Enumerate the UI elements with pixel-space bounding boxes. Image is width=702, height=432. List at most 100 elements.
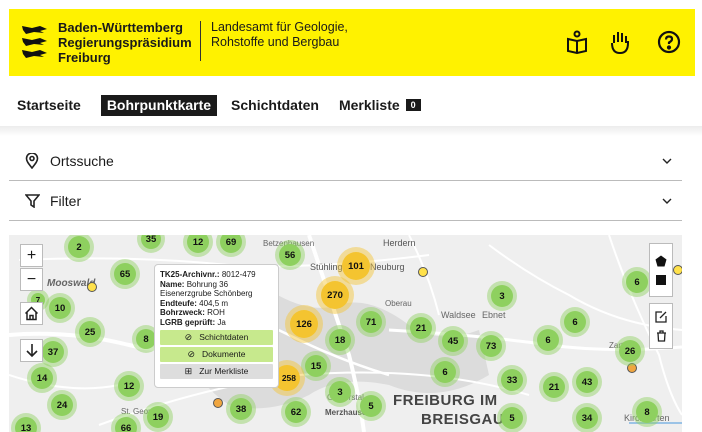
cluster-marker[interactable]: 6	[434, 361, 456, 383]
nav-schichtdaten[interactable]: Schichtdaten	[231, 95, 325, 116]
nav-merkliste[interactable]: Merkliste 0	[339, 95, 427, 116]
borehole-map[interactable]: Mooswald Herdern Neuburg Stühlinger Ober…	[9, 235, 682, 432]
cluster-marker[interactable]: 18	[329, 329, 351, 351]
cluster-marker[interactable]: 8	[136, 329, 156, 349]
cluster-marker[interactable]: 12	[118, 375, 140, 397]
sign-language-icon[interactable]	[606, 28, 634, 56]
filter-icon	[14, 193, 50, 208]
cluster-marker[interactable]: 6	[564, 311, 586, 333]
bookmark-icon: ⊞	[184, 365, 193, 376]
cluster-marker[interactable]: 43	[576, 371, 598, 393]
org-line-1: Baden-Württemberg	[58, 20, 183, 35]
cluster-marker[interactable]: 34	[576, 407, 598, 429]
cluster-marker[interactable]: 45	[442, 330, 464, 352]
polygon-draw-icon[interactable]	[655, 255, 667, 267]
site-header: Baden-Württemberg Regierungspräsidium Fr…	[9, 9, 695, 76]
home-icon	[24, 306, 39, 321]
header-divider	[200, 21, 201, 61]
cluster-marker[interactable]: 13	[15, 417, 37, 432]
arrow-down-icon	[25, 344, 38, 358]
org-line-3: Freiburg	[58, 50, 111, 65]
filter-panel[interactable]: Filter	[9, 181, 682, 221]
lgrb-name[interactable]: Landesamt für Geologie, Rohstoffe und Be…	[211, 20, 348, 50]
cluster-marker[interactable]: 2	[68, 236, 90, 258]
borehole-popup: TK25-Archivnr.: 8012-479 Name: Bohrung 3…	[154, 264, 279, 388]
coat-of-arms-logo[interactable]	[20, 24, 50, 60]
cluster-marker-large[interactable]: 126	[290, 310, 318, 338]
popup-name-line2: Eisenerzgrube Schönberg	[160, 289, 253, 298]
cluster-marker[interactable]: 65	[114, 263, 136, 285]
cluster-marker[interactable]: 6	[537, 329, 559, 351]
easy-language-icon[interactable]	[563, 28, 591, 56]
cluster-marker[interactable]: 5	[360, 395, 382, 417]
edit-icon[interactable]	[655, 310, 667, 323]
organization-name[interactable]: Baden-Württemberg Regierungspräsidium Fr…	[58, 20, 192, 65]
add-to-merkliste-button[interactable]: ⊞ Zur Merkliste	[160, 364, 273, 379]
ortssuche-label: Ortssuche	[50, 152, 114, 169]
cluster-marker[interactable]: 73	[480, 335, 502, 357]
lgrb-line-2: Rohstoffe und Bergbau	[211, 35, 340, 49]
cluster-marker[interactable]: 8	[636, 401, 658, 423]
location-pin-icon	[14, 152, 50, 169]
popup-endteufe: Endteufe: 404,5 m	[160, 298, 229, 308]
cluster-marker[interactable]: 19	[147, 406, 169, 428]
help-icon[interactable]	[655, 28, 683, 56]
cluster-marker[interactable]: 37	[42, 341, 64, 363]
section-shadow	[0, 126, 702, 136]
place-label: Waldsee	[441, 310, 476, 320]
chevron-down-icon[interactable]	[652, 158, 682, 164]
cluster-marker[interactable]: 33	[501, 369, 523, 391]
chevron-down-icon[interactable]	[652, 198, 682, 204]
cluster-marker[interactable]: 14	[31, 367, 53, 389]
cluster-marker[interactable]: 6	[626, 271, 648, 293]
popup-lgrb-geprueft: LGRB geprüft: Ja	[160, 317, 226, 327]
borehole-point[interactable]	[627, 363, 637, 373]
rectangle-draw-icon[interactable]	[656, 275, 666, 285]
check-circle-icon: ⊘	[184, 331, 193, 342]
zoom-in-button[interactable]: +	[20, 244, 43, 267]
check-circle-icon: ⊘	[187, 348, 196, 359]
cluster-marker[interactable]: 24	[51, 394, 73, 416]
city-label: BREISGAU	[421, 411, 505, 428]
cluster-marker[interactable]: 3	[491, 285, 513, 307]
cluster-marker[interactable]: 56	[279, 244, 301, 266]
cluster-marker[interactable]: 5	[501, 407, 523, 429]
city-label: FREIBURG IM	[393, 392, 498, 409]
cluster-marker[interactable]: 21	[410, 317, 432, 339]
arrow-down-button[interactable]	[20, 339, 43, 362]
cluster-marker[interactable]: 38	[230, 398, 252, 420]
home-button[interactable]	[20, 302, 43, 325]
nav-startseite[interactable]: Startseite	[17, 95, 87, 116]
cluster-marker[interactable]: 15	[305, 355, 327, 377]
cluster-marker-large[interactable]: 270	[321, 281, 349, 309]
cluster-marker[interactable]: 10	[49, 297, 71, 319]
schichtdaten-button[interactable]: ⊘ Schichtdaten	[160, 330, 273, 345]
cluster-marker[interactable]: 25	[79, 321, 101, 343]
cluster-marker[interactable]: 66	[115, 417, 137, 432]
ortssuche-panel[interactable]: Ortssuche	[9, 141, 682, 181]
borehole-point[interactable]	[87, 282, 97, 292]
cluster-marker[interactable]: 3	[329, 381, 351, 403]
cluster-marker[interactable]: 71	[360, 311, 382, 333]
add-to-merkliste-label: Zur Merkliste	[199, 365, 249, 376]
dokumente-button-label: Dokumente	[202, 348, 246, 359]
main-navigation: Startseite Bohrpunktkarte Schichtdaten M…	[17, 94, 441, 116]
place-label: Neuburg	[370, 262, 405, 272]
cluster-marker-large[interactable]: 101	[342, 252, 370, 280]
merkliste-count-badge: 0	[405, 98, 421, 111]
nav-bohrpunktkarte[interactable]: Bohrpunktkarte	[100, 94, 218, 116]
zoom-out-button[interactable]: −	[20, 268, 43, 291]
borehole-point[interactable]	[418, 267, 428, 277]
place-label: Ebnet	[482, 310, 506, 320]
nav-merkliste-label: Merkliste	[338, 96, 400, 113]
dokumente-button[interactable]: ⊘ Dokumente	[160, 347, 273, 362]
cluster-marker[interactable]: 62	[285, 401, 307, 423]
selected-borehole-point[interactable]	[213, 398, 223, 408]
filter-label: Filter	[50, 192, 82, 209]
cluster-marker[interactable]: 26	[619, 340, 641, 362]
lgrb-line-1: Landesamt für Geologie,	[211, 20, 348, 34]
trash-icon[interactable]	[656, 329, 667, 342]
borehole-point[interactable]	[673, 265, 682, 275]
cluster-marker[interactable]: 21	[543, 376, 565, 398]
schichtdaten-button-label: Schichtdaten	[199, 331, 249, 342]
